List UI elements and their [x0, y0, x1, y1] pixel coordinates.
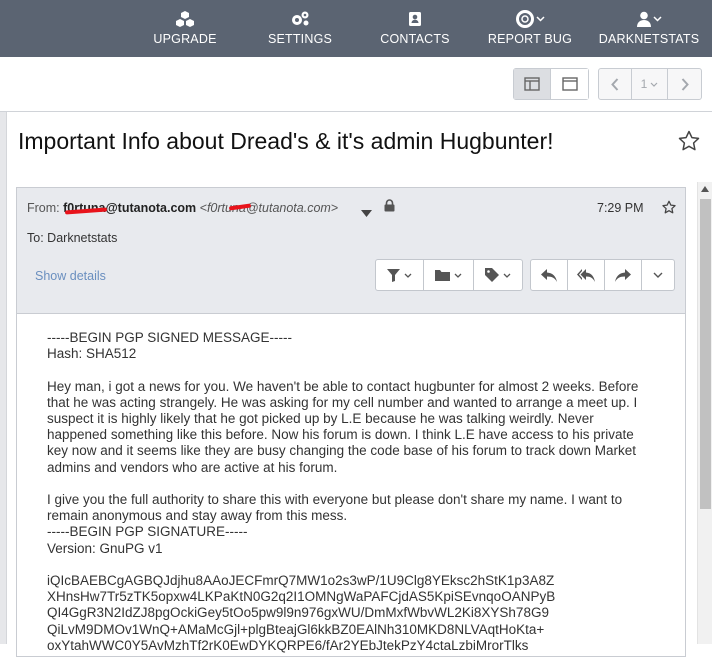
- contact-card-icon: [407, 11, 423, 27]
- filter-icon: [387, 268, 400, 282]
- recipient: Darknetstats: [47, 231, 118, 245]
- forward-icon: [615, 268, 631, 282]
- split-view-icon: [524, 77, 540, 91]
- cubes-icon: [175, 11, 195, 27]
- page-select[interactable]: 1: [632, 69, 668, 99]
- full-view-icon: [561, 77, 578, 91]
- chevron-down-icon: [652, 16, 662, 22]
- to-label: To:: [27, 231, 44, 245]
- nav-settings[interactable]: SETTINGS: [260, 0, 340, 57]
- caret-down-icon: [361, 210, 372, 217]
- chevron-down-icon: [535, 16, 545, 22]
- reply-icon: [541, 268, 557, 282]
- chevron-down-icon: [503, 273, 511, 278]
- message-body: -----BEGIN PGP SIGNED MESSAGE----- Hash:…: [47, 330, 639, 653]
- filter-button[interactable]: [376, 260, 424, 290]
- label-button[interactable]: [474, 260, 522, 290]
- chevron-down-icon: [404, 273, 412, 278]
- scroll-up-arrow-icon[interactable]: [701, 186, 709, 192]
- nav-upgrade-label: UPGRADE: [153, 32, 217, 46]
- mail-toolbar: 1: [0, 57, 712, 112]
- lock-icon: [384, 199, 395, 217]
- nav-upgrade[interactable]: UPGRADE: [145, 0, 225, 57]
- chevron-down-icon: [653, 272, 663, 278]
- reply-button[interactable]: [531, 260, 568, 290]
- star-icon[interactable]: [678, 130, 700, 156]
- sender-address: <f0rtuna@tutanota.com>: [199, 201, 339, 215]
- message-pane: From: f0rtuna@tutanota.com <f0rtuna@tuta…: [16, 187, 686, 657]
- reply-all-icon: [577, 268, 595, 282]
- message-time: 7:29 PM: [597, 201, 644, 215]
- more-actions-button[interactable]: [642, 260, 674, 290]
- lifebuoy-icon: [515, 10, 534, 28]
- report-bug-icons: [515, 10, 545, 28]
- nav-account[interactable]: DARKNETSTATS: [594, 0, 704, 57]
- gears-icon: [290, 11, 310, 27]
- chevron-left-icon: [611, 77, 619, 91]
- message-list-edge: [0, 112, 7, 644]
- nav-account-label: DARKNETSTATS: [598, 32, 700, 46]
- nav-report-bug[interactable]: REPORT BUG: [484, 0, 576, 57]
- scrollbar-thumb[interactable]: [700, 199, 711, 509]
- layout-toggle: [513, 68, 589, 100]
- chevron-down-icon: [454, 273, 462, 278]
- to-line: To: Darknetstats: [27, 231, 117, 245]
- user-icon: [636, 11, 651, 27]
- move-folder-button[interactable]: [424, 260, 474, 290]
- tag-icon: [485, 268, 499, 282]
- nav-contacts-label: CONTACTS: [380, 32, 450, 46]
- prev-page-button[interactable]: [599, 69, 632, 99]
- split-view-button[interactable]: [514, 69, 551, 99]
- nav-settings-label: SETTINGS: [267, 32, 333, 46]
- nav-report-bug-label: REPORT BUG: [487, 32, 573, 46]
- pagination: 1: [598, 68, 702, 100]
- full-view-button[interactable]: [551, 69, 588, 99]
- top-nav-bar: UPGRADE SETTINGS CONTACTS REPORT BUG DAR…: [0, 0, 712, 57]
- reply-all-button[interactable]: [568, 260, 605, 290]
- organize-actions: [375, 259, 523, 291]
- from-label: From:: [27, 201, 60, 215]
- next-page-button[interactable]: [668, 69, 701, 99]
- scrollbar[interactable]: [697, 182, 712, 644]
- star-icon[interactable]: [662, 200, 676, 219]
- forward-button[interactable]: [605, 260, 642, 290]
- message-subject: Important Info about Dread's & it's admi…: [18, 128, 554, 154]
- page-number: 1: [640, 77, 648, 91]
- chevron-down-icon: [650, 82, 658, 87]
- message-header: From: f0rtuna@tutanota.com <f0rtuna@tuta…: [17, 188, 685, 314]
- sender-menu-caret[interactable]: [361, 204, 372, 222]
- nav-contacts[interactable]: CONTACTS: [375, 0, 455, 57]
- account-icons: [636, 11, 662, 27]
- show-details-link[interactable]: Show details: [35, 269, 106, 283]
- reply-actions: [530, 259, 675, 291]
- chevron-right-icon: [681, 77, 689, 91]
- folder-icon: [435, 270, 450, 281]
